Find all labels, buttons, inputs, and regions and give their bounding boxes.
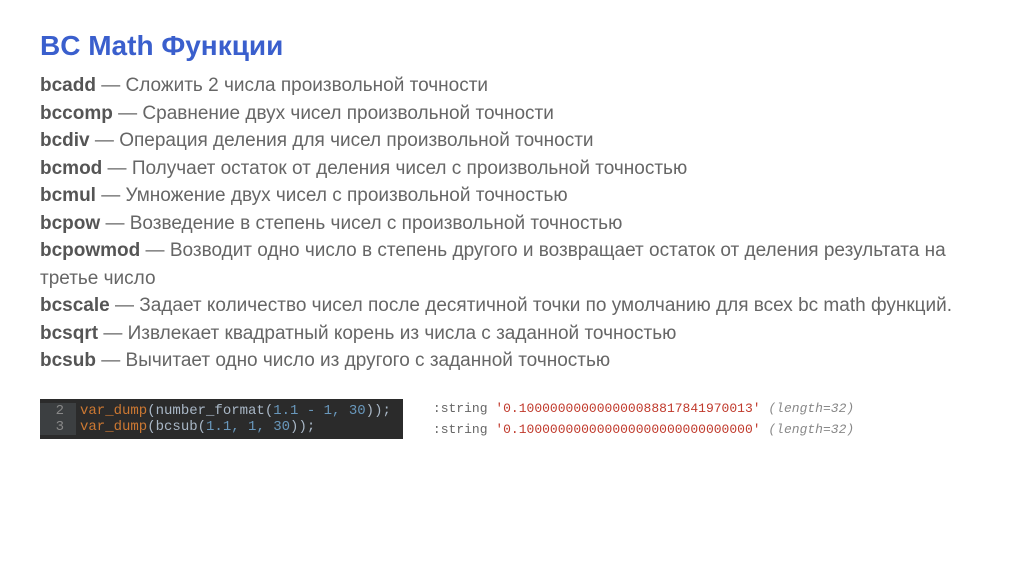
line-number: 3 [40, 419, 76, 435]
function-name: bcdiv [40, 130, 90, 151]
function-name: bcsub [40, 350, 96, 371]
list-item: bcscale — Задает количество чисел после … [40, 292, 984, 320]
function-desc: Сложить 2 числа произвольной точности [126, 75, 489, 96]
function-name: bcmul [40, 185, 96, 206]
function-desc: Возводит одно число в степень другого и … [40, 240, 946, 289]
list-item: bcsub — Вычитает одно число из другого с… [40, 347, 984, 375]
function-desc: Возведение в степень чисел с произвольно… [130, 213, 623, 234]
list-item: bcadd — Сложить 2 числа произвольной точ… [40, 72, 984, 100]
output-type: :string [433, 422, 488, 437]
code-line: 3 var_dump(bcsub(1.1, 1, 30)); [40, 419, 403, 435]
list-item: bccomp — Сравнение двух чисел произвольн… [40, 100, 984, 128]
function-desc: Операция деления для чисел произвольной … [119, 130, 593, 151]
line-number: 2 [40, 403, 76, 419]
function-list: bcadd — Сложить 2 числа произвольной точ… [40, 72, 984, 375]
function-desc: Умножение двух чисел с произвольной точн… [126, 185, 568, 206]
function-desc: Получает остаток от деления чисел с прои… [132, 158, 687, 179]
list-item: bcpow — Возведение в степень чисел с про… [40, 210, 984, 238]
code-text: (bcsub( [147, 419, 206, 435]
output-length: (length=32) [768, 401, 854, 416]
function-name: bccomp [40, 103, 113, 124]
list-item: bcmod — Получает остаток от деления чисе… [40, 155, 984, 183]
output-type: :string [433, 401, 488, 416]
code-text: (number_format( [147, 403, 273, 419]
list-item: bcdiv — Операция деления для чисел произ… [40, 127, 984, 155]
list-item: bcmul — Умножение двух чисел с произволь… [40, 182, 984, 210]
code-text: )); [290, 419, 315, 435]
list-item: bcpowmod — Возводит одно число в степень… [40, 237, 984, 292]
function-desc: Вычитает одно число из другого с заданно… [126, 350, 611, 371]
function-name: bcscale [40, 295, 110, 316]
function-desc: Задает количество чисел после десятичной… [139, 295, 952, 316]
code-block: 2 var_dump(number_format(1.1 - 1, 30)); … [40, 399, 403, 439]
list-item: bcsqrt — Извлекает квадратный корень из … [40, 320, 984, 348]
output-value: '0.100000000000000088817841970013' [495, 401, 760, 416]
output-value: '0.100000000000000000000000000000' [495, 422, 760, 437]
function-name: bcpowmod [40, 240, 140, 261]
function-desc: Извлекает квадратный корень из числа с з… [128, 323, 677, 344]
code-text: )); [366, 403, 391, 419]
output-length: (length=32) [768, 422, 854, 437]
page-title: BC Math Функции [40, 30, 984, 62]
code-keyword: var_dump [80, 419, 147, 435]
function-name: bcsqrt [40, 323, 98, 344]
output-block: :string '0.10000000000000008881784197001… [433, 395, 854, 443]
output-line: :string '0.10000000000000000000000000000… [433, 422, 854, 437]
function-name: bcpow [40, 213, 100, 234]
output-line: :string '0.10000000000000008881784197001… [433, 401, 854, 416]
code-args: 1.1 - 1, 30 [273, 403, 365, 419]
code-args: 1.1, 1, 30 [206, 419, 290, 435]
function-name: bcadd [40, 75, 96, 96]
example-row: 2 var_dump(number_format(1.1 - 1, 30)); … [40, 395, 984, 443]
code-keyword: var_dump [80, 403, 147, 419]
function-name: bcmod [40, 158, 102, 179]
code-line: 2 var_dump(number_format(1.1 - 1, 30)); [40, 403, 403, 419]
function-desc: Сравнение двух чисел произвольной точнос… [142, 103, 553, 124]
